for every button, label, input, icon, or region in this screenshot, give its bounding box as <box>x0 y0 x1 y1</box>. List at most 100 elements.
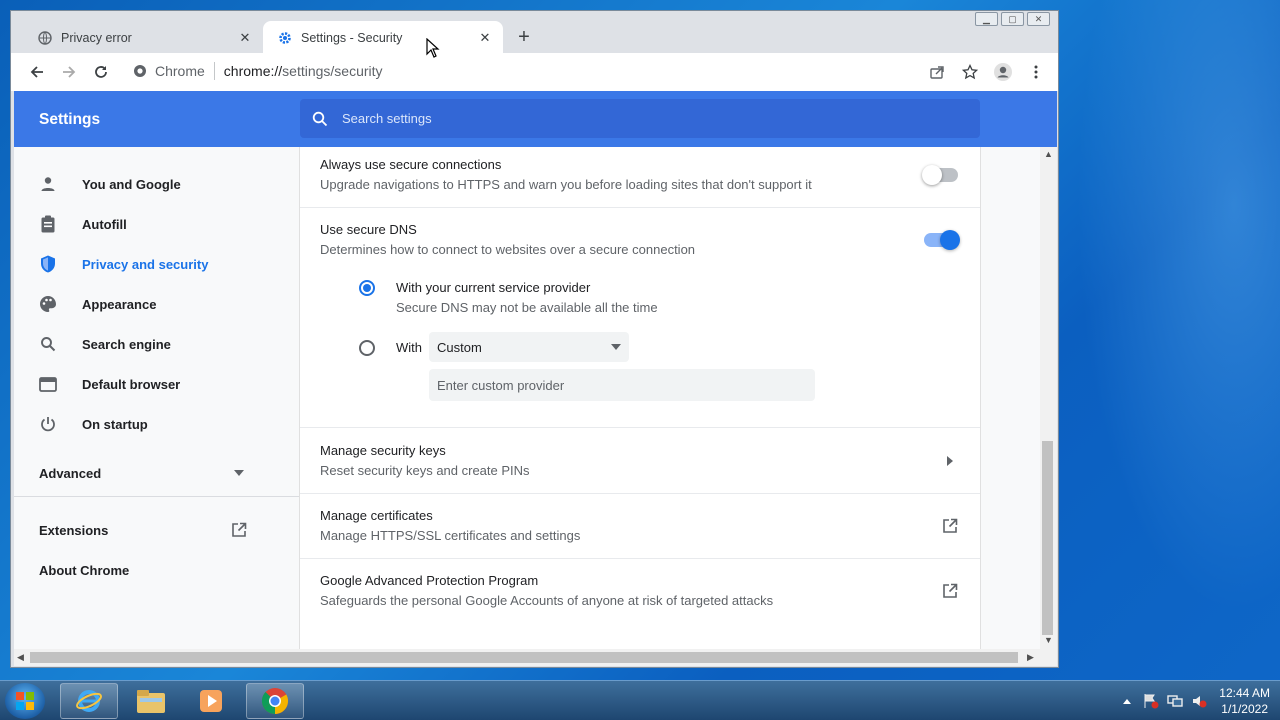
network-icon[interactable] <box>1166 692 1184 710</box>
star-icon <box>962 64 978 80</box>
scrollbar-thumb[interactable] <box>30 652 1018 663</box>
search-input[interactable] <box>342 111 942 126</box>
menu-button[interactable] <box>1020 56 1052 88</box>
action-center-flag-icon[interactable] <box>1142 692 1160 710</box>
open-in-new-icon[interactable] <box>940 516 960 536</box>
security-settings-card: Always use secure connections Upgrade na… <box>299 147 981 649</box>
sidebar-item-you-and-google[interactable]: You and Google <box>14 164 284 204</box>
scroll-right-arrow-icon[interactable]: ▶ <box>1027 652 1034 663</box>
advanced-protection-row[interactable]: Google Advanced Protection Program Safeg… <box>320 573 960 608</box>
sidebar-item-autofill[interactable]: Autofill <box>14 204 284 244</box>
close-window-button[interactable]: ✕ <box>1027 12 1050 26</box>
option-with-label: With <box>396 340 422 355</box>
taskbar-internet-explorer[interactable] <box>60 683 118 719</box>
taskbar-chrome[interactable] <box>246 683 304 719</box>
divider <box>300 493 980 494</box>
minimize-button[interactable]: ▁ <box>975 12 998 26</box>
system-clock[interactable]: 12:44 AM 1/1/2022 <box>1219 685 1270 717</box>
taskbar-file-explorer[interactable] <box>122 683 180 719</box>
settings-sidebar: You and Google Autofill Privacy and secu… <box>14 147 299 649</box>
current-provider-option: With your current service provider Secur… <box>396 280 658 315</box>
tab-privacy-error[interactable]: Privacy error ✕ <box>23 21 263 54</box>
profile-button[interactable] <box>987 56 1019 88</box>
secure-connections-toggle[interactable] <box>922 165 958 185</box>
toggle-knob <box>940 230 960 250</box>
tab-settings-security[interactable]: Settings - Security ✕ <box>263 21 503 54</box>
start-button[interactable] <box>5 683 45 719</box>
search-box[interactable] <box>300 99 980 138</box>
secure-dns-toggle[interactable] <box>924 230 960 250</box>
divider <box>213 62 215 80</box>
chevron-down-icon <box>611 344 621 350</box>
new-tab-button[interactable]: + <box>513 26 535 48</box>
settings-body: You and Google Autofill Privacy and secu… <box>14 147 1057 649</box>
manage-security-keys-row[interactable]: Manage security keys Reset security keys… <box>320 443 960 478</box>
taskbar-media-player[interactable] <box>182 683 240 719</box>
reload-icon <box>95 66 107 78</box>
reload-button[interactable] <box>85 56 117 88</box>
site-chip: Chrome <box>155 63 205 79</box>
sidebar-item-default-browser[interactable]: Default browser <box>14 364 284 404</box>
clock-date: 1/1/2022 <box>1221 702 1268 716</box>
sidebar-item-about-chrome[interactable]: About Chrome <box>39 563 129 578</box>
manage-certificates-row[interactable]: Manage certificates Manage HTTPS/SSL cer… <box>320 508 960 543</box>
sidebar-item-appearance[interactable]: Appearance <box>14 284 284 324</box>
window-controls: ▁ ▢ ✕ <box>975 12 1050 26</box>
vertical-scrollbar[interactable]: ▲ ▼ <box>1040 147 1057 649</box>
browser-toolbar: Chrome chrome://settings/security <box>11 53 1058 91</box>
url-host: chrome:// <box>223 63 283 79</box>
settings-header: Settings <box>14 91 1057 147</box>
row-subtitle: Safeguards the personal Google Accounts … <box>320 593 774 608</box>
open-in-new-icon[interactable] <box>231 522 247 538</box>
windows-logo-icon <box>16 692 34 710</box>
open-in-new-icon[interactable] <box>940 581 960 601</box>
chevron-right-icon[interactable] <box>940 451 960 471</box>
sidebar-item-privacy-and-security[interactable]: Privacy and security <box>14 244 284 284</box>
sidebar-item-extensions[interactable]: Extensions <box>39 523 108 538</box>
internet-explorer-icon <box>76 690 102 712</box>
close-icon[interactable]: ✕ <box>237 30 253 46</box>
gear-icon <box>277 30 293 46</box>
volume-muted-icon[interactable] <box>1190 692 1208 710</box>
row-subtitle: Manage HTTPS/SSL certificates and settin… <box>320 528 581 543</box>
custom-provider-input[interactable] <box>429 369 815 401</box>
mouse-cursor-icon <box>426 38 440 58</box>
scrollbar-thumb[interactable] <box>1042 441 1053 635</box>
radio-custom-provider[interactable] <box>359 340 375 356</box>
share-button[interactable] <box>921 56 953 88</box>
sidebar-item-label: On startup <box>82 416 148 432</box>
radio-current-provider[interactable] <box>359 280 375 296</box>
browser-window: Privacy error ✕ Settings - Security ✕ + … <box>10 10 1059 668</box>
chevron-down-icon[interactable] <box>234 470 244 476</box>
palette-icon <box>38 294 58 314</box>
sidebar-item-on-startup[interactable]: On startup <box>14 404 284 444</box>
secure-connections-row[interactable]: Always use secure connections Upgrade na… <box>320 157 960 192</box>
scroll-down-arrow-icon[interactable]: ▼ <box>1044 635 1053 645</box>
scroll-left-arrow-icon[interactable]: ◀ <box>17 652 24 663</box>
tab-title: Privacy error <box>61 30 132 45</box>
browser-icon <box>38 374 58 394</box>
secure-dns-row[interactable]: Use secure DNS Determines how to connect… <box>320 222 960 257</box>
maximize-button[interactable]: ▢ <box>1001 12 1024 26</box>
chrome-logo-icon <box>134 65 146 77</box>
toolbar-right <box>921 56 1052 88</box>
bookmark-button[interactable] <box>954 56 986 88</box>
row-title: Use secure DNS <box>320 222 417 237</box>
horizontal-scrollbar[interactable]: ◀ ▶ <box>14 649 1057 666</box>
media-player-icon <box>200 690 222 712</box>
clipboard-icon <box>38 214 58 234</box>
scroll-up-arrow-icon[interactable]: ▲ <box>1044 149 1053 159</box>
row-title: Manage security keys <box>320 443 446 458</box>
address-bar[interactable]: Chrome chrome://settings/security <box>125 56 1005 86</box>
provider-select[interactable]: Custom <box>429 332 629 362</box>
row-subtitle: Reset security keys and create PINs <box>320 463 530 478</box>
sidebar-advanced[interactable]: Advanced <box>39 466 101 481</box>
sidebar-item-label: Search engine <box>82 336 171 352</box>
forward-button[interactable] <box>53 56 85 88</box>
system-tray: 12:44 AM 1/1/2022 <box>1115 681 1280 720</box>
show-hidden-icons-icon[interactable] <box>1118 692 1136 710</box>
select-value: Custom <box>437 339 482 355</box>
close-icon[interactable]: ✕ <box>477 30 493 46</box>
sidebar-item-search-engine[interactable]: Search engine <box>14 324 284 364</box>
back-button[interactable] <box>21 56 53 88</box>
